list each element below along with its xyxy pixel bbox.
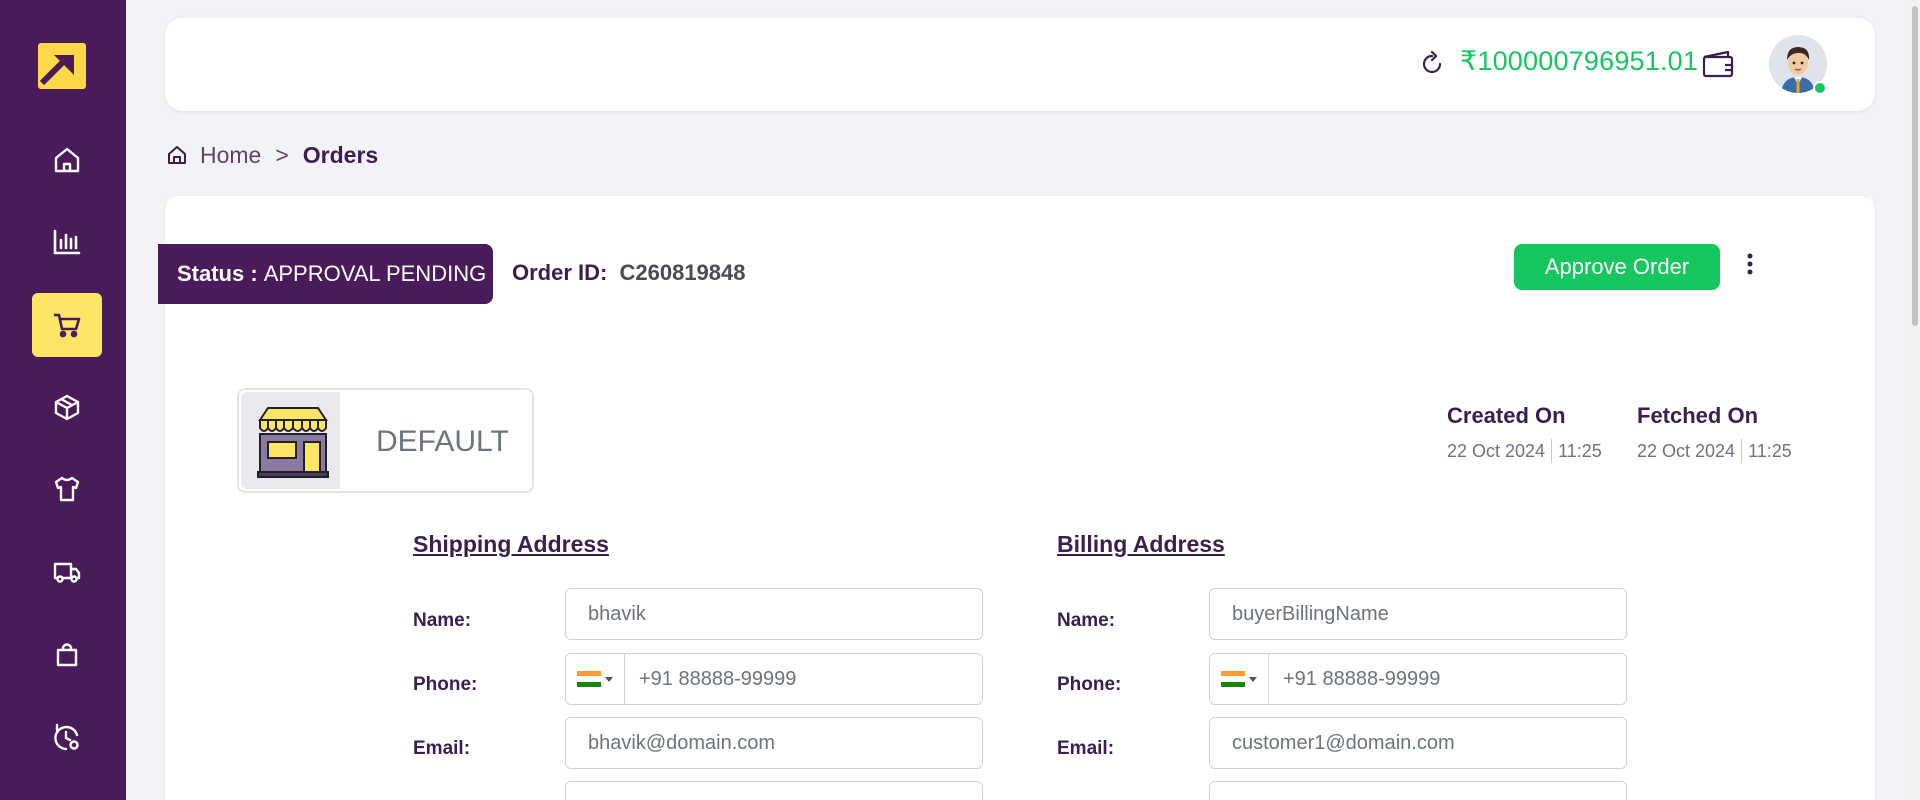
fetched-time: 11:25	[1748, 440, 1792, 461]
shipping-phone-input[interactable]: +91 88888-99999	[625, 654, 982, 704]
sidebar-item-shipping[interactable]	[32, 540, 102, 604]
breadcrumb-separator: >	[275, 141, 289, 168]
shipping-address-title: Shipping Address	[413, 531, 609, 557]
top-bar: ₹100000796951.01	[165, 18, 1875, 111]
sidebar-item-shop[interactable]	[32, 622, 102, 686]
shipping-phone-field: +91 88888-99999	[565, 653, 983, 705]
arrow-logo-icon[interactable]	[38, 43, 86, 89]
created-on-label: Created On	[1447, 403, 1566, 428]
billing-phone-input[interactable]: +91 88888-99999	[1269, 654, 1626, 704]
scrollbar-thumb[interactable]	[1912, 6, 1918, 326]
chevron-down-icon	[605, 676, 613, 682]
shipping-name-label: Name:	[413, 610, 472, 631]
store-name: DEFAULT	[376, 425, 509, 458]
shipping-email-input[interactable]: bhavik@domain.com	[565, 717, 983, 769]
refresh-icon[interactable]	[1418, 50, 1446, 78]
settings-history-icon	[54, 723, 79, 751]
tshirt-icon	[54, 476, 80, 502]
billing-phone-field: +91 88888-99999	[1209, 653, 1627, 705]
approve-order-button[interactable]: Approve Order	[1514, 244, 1720, 290]
breadcrumb-home[interactable]: Home	[200, 142, 261, 169]
fetched-on: Fetched On 22 Oct 2024 11:25	[1637, 403, 1792, 463]
order-id-value: C260819848	[619, 260, 746, 285]
store-card: DEFAULT	[237, 388, 534, 493]
more-options-icon[interactable]	[1740, 252, 1760, 278]
order-id: Order ID: C260819848	[512, 260, 746, 286]
status-label: Status :	[177, 261, 258, 286]
home-icon	[54, 147, 80, 173]
created-on: Created On 22 Oct 2024 11:25	[1447, 403, 1602, 463]
billing-name-input[interactable]: buyerBillingName	[1209, 588, 1627, 640]
sidebar-item-home[interactable]	[32, 128, 102, 192]
country-code-select[interactable]	[1210, 654, 1269, 704]
status-value: APPROVAL PENDING	[263, 261, 487, 286]
wallet-balance: ₹100000796951.01	[1460, 46, 1699, 76]
breadcrumb: Home > Orders	[166, 140, 378, 170]
box-icon	[54, 394, 80, 421]
shipping-email-label: Email:	[413, 738, 471, 759]
sidebar-item-products[interactable]	[32, 457, 102, 521]
shipping-name-input[interactable]: bhavik	[565, 588, 983, 640]
order-id-label: Order ID:	[512, 260, 608, 285]
breadcrumb-current: Orders	[302, 141, 379, 168]
online-status-dot	[1813, 81, 1827, 95]
store-icon-background	[241, 392, 340, 489]
created-on-value: 22 Oct 2024 11:25	[1447, 439, 1602, 463]
billing-name-label: Name:	[1057, 610, 1116, 631]
shipping-phone-label: Phone:	[413, 674, 478, 695]
shipping-next-input[interactable]	[565, 781, 983, 800]
store-icon	[257, 407, 329, 478]
sidebar-item-settings[interactable]	[32, 706, 102, 770]
home-icon[interactable]	[166, 144, 188, 166]
sidebar-item-analytics[interactable]	[32, 210, 102, 274]
bar-chart-icon	[53, 229, 81, 255]
sidebar-item-orders[interactable]	[32, 293, 102, 357]
billing-phone-label: Phone:	[1057, 674, 1122, 695]
sidebar	[0, 0, 126, 800]
status-badge: Status : APPROVAL PENDING	[158, 244, 493, 304]
created-date: 22 Oct 2024	[1447, 440, 1546, 461]
billing-email-label: Email:	[1057, 738, 1115, 759]
truck-icon	[53, 562, 81, 583]
wallet-icon[interactable]	[1701, 49, 1735, 79]
country-code-select[interactable]	[566, 654, 625, 704]
billing-email-input[interactable]: customer1@domain.com	[1209, 717, 1627, 769]
cart-icon	[54, 313, 81, 338]
india-flag-icon	[577, 671, 601, 687]
date-divider	[1551, 439, 1553, 463]
date-divider	[1741, 439, 1743, 463]
billing-address-title: Billing Address	[1057, 531, 1225, 557]
created-time: 11:25	[1558, 440, 1602, 461]
bag-icon	[56, 643, 78, 667]
india-flag-icon	[1221, 671, 1245, 687]
fetched-date: 22 Oct 2024	[1637, 440, 1736, 461]
billing-next-input[interactable]	[1209, 781, 1627, 800]
sidebar-item-inventory[interactable]	[32, 375, 102, 439]
fetched-on-label: Fetched On	[1637, 403, 1759, 428]
fetched-on-value: 22 Oct 2024 11:25	[1637, 439, 1792, 463]
chevron-down-icon	[1249, 676, 1257, 682]
